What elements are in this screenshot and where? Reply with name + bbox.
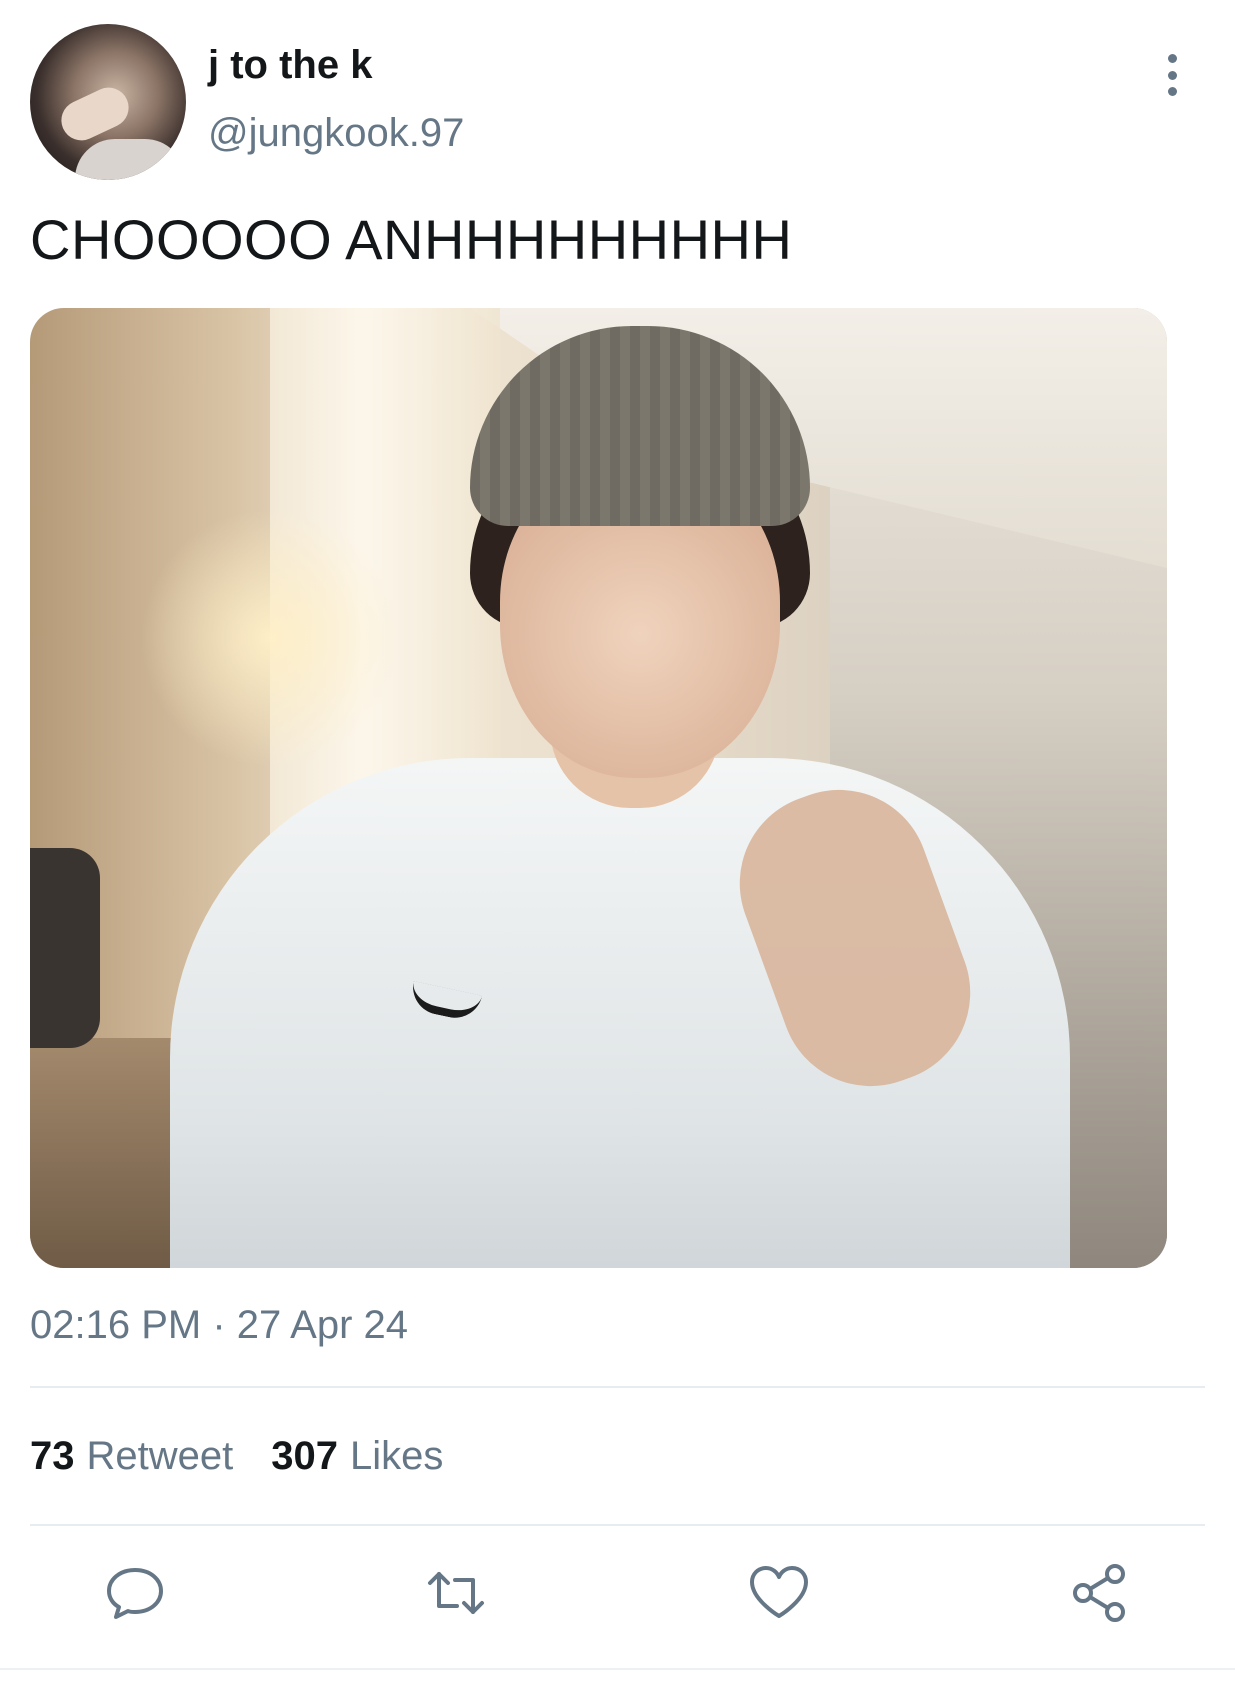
divider bbox=[30, 1386, 1205, 1388]
divider bbox=[0, 1668, 1235, 1670]
more-vertical-icon bbox=[1167, 54, 1177, 63]
retweet-label: Retweet bbox=[86, 1434, 234, 1478]
more-vertical-icon-dot bbox=[1167, 87, 1177, 96]
divider bbox=[30, 1524, 1205, 1526]
like-button[interactable] bbox=[746, 1560, 812, 1626]
tweet-timestamp[interactable]: 02:16 PM · 27 Apr 24 bbox=[30, 1300, 408, 1350]
action-bar bbox=[0, 1560, 1235, 1630]
heart-icon bbox=[750, 1566, 808, 1618]
retweet-stat[interactable]: 73 Retweet bbox=[30, 1431, 233, 1481]
tweet-stats: 73 Retweet 307 Likes bbox=[30, 1431, 443, 1481]
likes-label: Likes bbox=[350, 1434, 444, 1478]
reply-button[interactable] bbox=[102, 1560, 168, 1626]
retweet-button[interactable] bbox=[423, 1560, 489, 1626]
share-nodes-icon bbox=[1073, 1564, 1125, 1622]
tweet-card: j to the k @jungkook.97 CHOOOOO ANHHHHHH… bbox=[0, 0, 1235, 1688]
photo-guitar bbox=[30, 848, 100, 1048]
more-vertical-icon-dot bbox=[1167, 70, 1177, 80]
more-options-button[interactable] bbox=[1152, 50, 1192, 100]
speech-bubble-icon bbox=[107, 1568, 163, 1619]
avatar-shirt bbox=[75, 139, 185, 180]
retweet-count: 73 bbox=[30, 1434, 75, 1478]
photo-lamp-glow bbox=[140, 508, 400, 768]
tweet-photo[interactable] bbox=[30, 308, 1167, 1268]
tweet-text: CHOOOOO ANHHHHHHHHH bbox=[30, 208, 793, 271]
author-handle[interactable]: @jungkook.97 bbox=[208, 108, 464, 158]
author-avatar[interactable] bbox=[30, 24, 186, 180]
likes-stat[interactable]: 307 Likes bbox=[271, 1431, 443, 1481]
author-display-name[interactable]: j to the k bbox=[208, 40, 372, 90]
avatar-hand bbox=[54, 81, 136, 147]
likes-count: 307 bbox=[271, 1434, 338, 1478]
share-button[interactable] bbox=[1067, 1560, 1133, 1626]
retweet-arrows-icon bbox=[428, 1572, 484, 1614]
